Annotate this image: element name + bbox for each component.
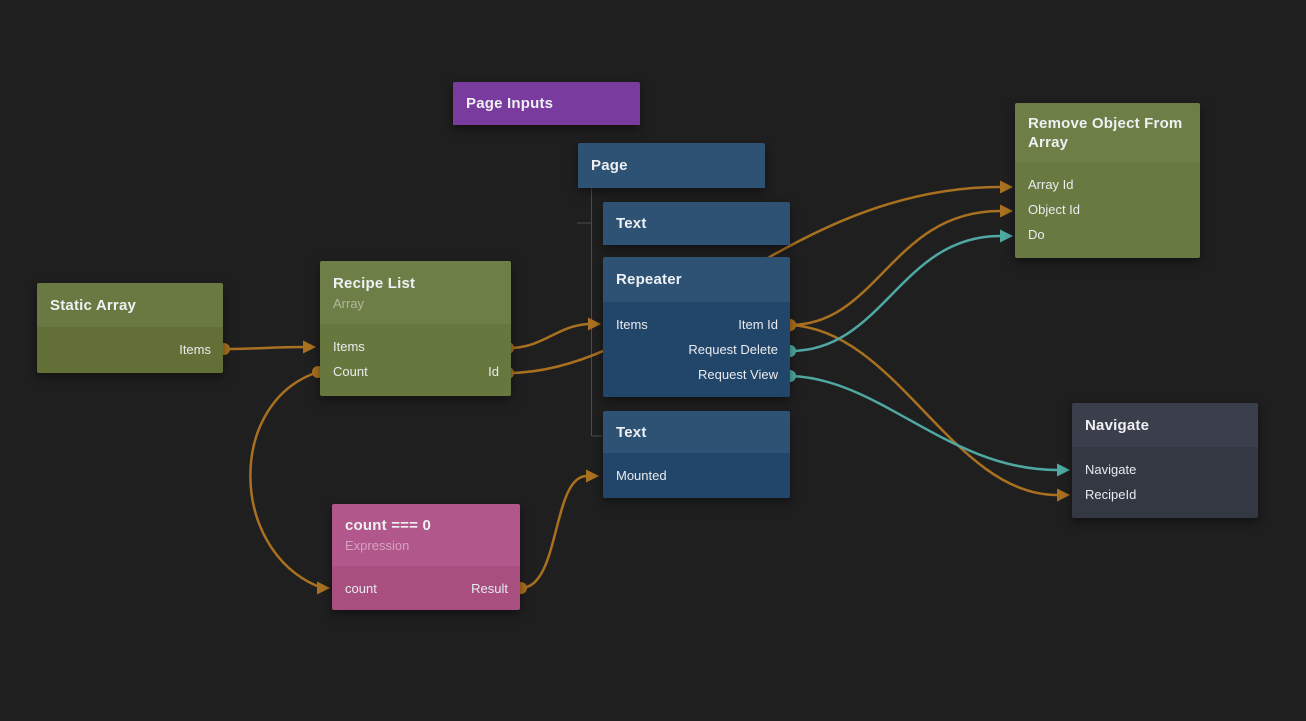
connection-curve[interactable] bbox=[521, 476, 586, 588]
output-port-label[interactable]: Result bbox=[471, 581, 508, 596]
node-title: Text bbox=[616, 214, 777, 233]
node-header[interactable]: Remove Object From Array bbox=[1015, 103, 1200, 162]
input-arrowhead-icon[interactable] bbox=[586, 470, 599, 483]
input-arrowhead-icon[interactable] bbox=[1057, 489, 1070, 502]
connection-curve[interactable] bbox=[790, 211, 1000, 325]
connection (Repeater.Request View → Navigate.Navigate)[interactable] bbox=[784, 370, 1070, 477]
connection-curve[interactable] bbox=[508, 324, 588, 348]
node-ports: Items bbox=[37, 327, 223, 373]
port-row[interactable]: Navigate bbox=[1072, 457, 1258, 482]
connection-curve[interactable] bbox=[790, 376, 1057, 470]
connection-curve[interactable] bbox=[790, 236, 1000, 351]
connection (Recipe List.Items → Repeater.Items)[interactable] bbox=[502, 318, 601, 355]
node-title: Page Inputs bbox=[466, 94, 627, 113]
input-port-label[interactable]: Mounted bbox=[616, 468, 667, 483]
input-arrowhead-icon[interactable] bbox=[1057, 464, 1070, 477]
port-row[interactable]: Items bbox=[320, 334, 511, 359]
node-recipe-list[interactable]: Recipe List Array Items Count Id bbox=[320, 261, 511, 396]
connection-curve[interactable] bbox=[790, 325, 1057, 495]
port-row[interactable]: Array Id bbox=[1015, 172, 1200, 197]
input-arrowhead-icon[interactable] bbox=[1000, 181, 1013, 194]
connection (count === 0.Result → Text.Mounted)[interactable] bbox=[515, 470, 599, 595]
node-expression[interactable]: count === 0 Expression count Result bbox=[332, 504, 520, 610]
node-title: count === 0 bbox=[345, 516, 507, 535]
node-title: Navigate bbox=[1085, 416, 1245, 435]
connection (Repeater.Item Id → Navigate.RecipeId)[interactable] bbox=[784, 319, 1070, 502]
port-row[interactable]: Request View bbox=[603, 362, 790, 387]
input-arrowhead-icon[interactable] bbox=[1000, 205, 1013, 218]
node-header[interactable]: Page Inputs bbox=[453, 82, 640, 125]
node-navigate[interactable]: Navigate Navigate RecipeId bbox=[1072, 403, 1258, 518]
node-text-1[interactable]: Text bbox=[603, 202, 790, 245]
node-title: Recipe List bbox=[333, 274, 498, 293]
input-port-label[interactable]: RecipeId bbox=[1085, 487, 1136, 502]
node-ports: Array Id Object Id Do bbox=[1015, 162, 1200, 258]
input-port-label[interactable]: count bbox=[345, 581, 377, 596]
input-port-label[interactable]: Object Id bbox=[1028, 202, 1080, 217]
node-title: Page bbox=[591, 156, 752, 175]
node-title: Static Array bbox=[50, 296, 210, 315]
node-title: Remove Object From Array bbox=[1028, 114, 1187, 152]
input-arrowhead-icon[interactable] bbox=[317, 582, 330, 595]
node-header[interactable]: Static Array bbox=[37, 283, 223, 327]
input-arrowhead-icon[interactable] bbox=[303, 341, 316, 354]
input-port-label[interactable]: Items bbox=[616, 317, 648, 332]
connection (Repeater.Item Id → Remove Object From Array.Object Id)[interactable] bbox=[784, 205, 1013, 332]
output-port-label[interactable]: Request View bbox=[698, 367, 778, 382]
connection (Repeater.Request Delete → Remove Object From Array.Do)[interactable] bbox=[784, 230, 1013, 358]
node-ports: count Result bbox=[332, 566, 520, 610]
node-header[interactable]: Navigate bbox=[1072, 403, 1258, 447]
port-row[interactable]: Mounted bbox=[603, 463, 790, 488]
connection (Recipe List.Count → count === 0.count)[interactable] bbox=[250, 366, 330, 595]
input-arrowhead-icon[interactable] bbox=[588, 318, 601, 331]
node-repeater[interactable]: Repeater Items Item Id Request Delete Reques… bbox=[603, 257, 790, 397]
node-header[interactable]: Page bbox=[578, 143, 765, 188]
input-arrowhead-icon[interactable] bbox=[1000, 230, 1013, 243]
node-static-array[interactable]: Static Array Items bbox=[37, 283, 223, 373]
port-row[interactable]: Count Id bbox=[320, 359, 511, 384]
input-port-label[interactable]: Count bbox=[333, 364, 368, 379]
output-port-label[interactable]: Request Delete bbox=[688, 342, 778, 357]
port-row[interactable]: Object Id bbox=[1015, 197, 1200, 222]
node-ports: Navigate RecipeId bbox=[1072, 447, 1258, 518]
node-page-inputs[interactable]: Page Inputs bbox=[453, 82, 640, 125]
node-remove-object-from-array[interactable]: Remove Object From Array Array Id Object I… bbox=[1015, 103, 1200, 258]
node-header[interactable]: count === 0 Expression bbox=[332, 504, 520, 566]
input-port-label[interactable]: Navigate bbox=[1085, 462, 1136, 477]
connection-curve[interactable] bbox=[224, 347, 303, 349]
output-port-label[interactable]: Items bbox=[179, 342, 211, 357]
node-subtitle: Expression bbox=[345, 537, 507, 554]
node-header[interactable]: Text bbox=[603, 202, 790, 245]
input-port-label[interactable]: Do bbox=[1028, 227, 1045, 242]
port-row[interactable]: count Result bbox=[332, 576, 520, 601]
port-row[interactable]: RecipeId bbox=[1072, 482, 1258, 507]
node-title: Text bbox=[616, 423, 777, 442]
node-title: Repeater bbox=[616, 270, 777, 289]
node-ports: Mounted bbox=[603, 453, 790, 498]
connection-curve[interactable] bbox=[250, 372, 318, 586]
port-row[interactable]: Items Item Id bbox=[603, 312, 790, 337]
input-port-label[interactable]: Array Id bbox=[1028, 177, 1074, 192]
node-subtitle: Array bbox=[333, 295, 498, 312]
port-row[interactable]: Items bbox=[37, 337, 223, 362]
node-header[interactable]: Repeater bbox=[603, 257, 790, 302]
node-text-2[interactable]: Text Mounted bbox=[603, 411, 790, 498]
node-header[interactable]: Text bbox=[603, 411, 790, 453]
port-row[interactable]: Request Delete bbox=[603, 337, 790, 362]
input-port-label[interactable]: Items bbox=[333, 339, 365, 354]
node-page[interactable]: Page bbox=[578, 143, 765, 188]
port-row[interactable]: Do bbox=[1015, 222, 1200, 247]
output-port-label[interactable]: Item Id bbox=[738, 317, 778, 332]
node-ports: Items Item Id Request Delete Request View bbox=[603, 302, 790, 397]
node-ports: Items Count Id bbox=[320, 324, 511, 396]
node-canvas[interactable]: Page InputsPageTextRepeaterItemsItem IdR… bbox=[0, 0, 1306, 721]
node-header[interactable]: Recipe List Array bbox=[320, 261, 511, 324]
connection (Static Array.Items → Recipe List.Items)[interactable] bbox=[218, 341, 316, 356]
output-port-label[interactable]: Id bbox=[488, 364, 499, 379]
